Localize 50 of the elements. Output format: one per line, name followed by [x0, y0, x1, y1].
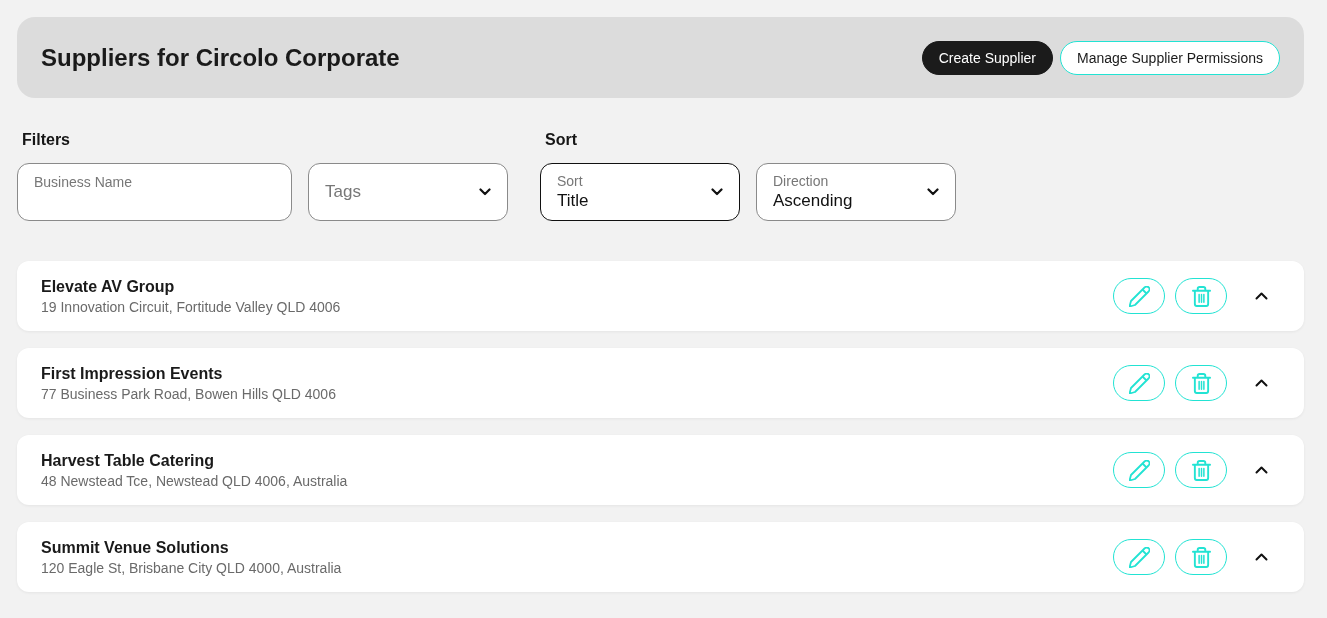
edit-button[interactable]: [1113, 452, 1165, 488]
section-label: Sort: [545, 131, 578, 149]
collapse-button[interactable]: [1255, 292, 1268, 300]
permissions-button[interactable]: Manage Supplier Permissions: [1060, 40, 1280, 75]
supplier-name: Harvest Table Catering: [41, 451, 216, 470]
trash-icon: [1191, 372, 1211, 394]
supplier-address: 19 Innovation Circuit, Fortitude Valley QLD 4006: [41, 298, 341, 315]
trash-icon: [1191, 546, 1211, 568]
trash-icon: [1191, 285, 1211, 307]
dropdown-field[interactable]: Tags: [308, 163, 508, 221]
chevron-down-icon: [927, 188, 939, 196]
edit-button[interactable]: [1113, 539, 1165, 575]
pencil-icon: [1128, 546, 1150, 568]
trash-icon: [1191, 459, 1211, 481]
edit-button[interactable]: [1113, 365, 1165, 401]
chevron-up-icon: [1255, 292, 1268, 300]
supplier-name: Summit Venue Solutions: [41, 538, 230, 557]
create-button[interactable]: Create Supplier: [921, 40, 1053, 75]
supplier-name: Elevate AV Group: [41, 277, 176, 296]
chevron-up-icon: [1255, 379, 1268, 387]
text-field[interactable]: Business Name: [17, 163, 292, 221]
supplier-address: 77 Business Park Road, Bowen Hills QLD 4006: [41, 385, 336, 402]
field-label: Sort: [557, 172, 583, 190]
section-label: Filters: [22, 131, 71, 149]
dropdown-field[interactable]: Sort Title: [540, 163, 740, 221]
dropdown-field[interactable]: Direction Ascending: [756, 163, 956, 221]
field-label: Business Name: [34, 174, 133, 191]
delete-button[interactable]: [1175, 278, 1227, 314]
delete-button[interactable]: [1175, 539, 1227, 575]
supplier-name: First Impression Events: [41, 364, 224, 383]
delete-button[interactable]: [1175, 365, 1227, 401]
field-placeholder: Tags: [325, 182, 361, 202]
supplier-address: 120 Eagle St, Brisbane City QLD 4000, Australia: [41, 559, 342, 576]
pencil-icon: [1128, 459, 1150, 481]
page-title: Suppliers for Circolo Corporate: [41, 43, 400, 72]
field-value: Ascending: [773, 189, 853, 212]
supplier-address: 48 Newstead Tce, Newstead QLD 4006, Australia: [41, 472, 348, 489]
collapse-button[interactable]: [1255, 379, 1268, 387]
pencil-icon: [1128, 372, 1150, 394]
chevron-down-icon: [479, 188, 491, 196]
field-label: Direction: [773, 172, 829, 190]
chevron-up-icon: [1255, 466, 1268, 474]
delete-button[interactable]: [1175, 452, 1227, 488]
chevron-up-icon: [1255, 553, 1268, 561]
pencil-icon: [1128, 285, 1150, 307]
collapse-button[interactable]: [1255, 466, 1268, 474]
edit-button[interactable]: [1113, 278, 1165, 314]
chevron-down-icon: [711, 188, 723, 196]
collapse-button[interactable]: [1255, 553, 1268, 561]
field-value: Title: [557, 189, 589, 212]
